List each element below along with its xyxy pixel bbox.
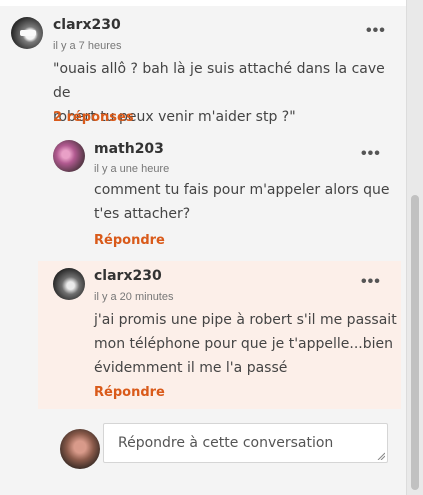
- comment-username[interactable]: clarx230: [53, 17, 121, 33]
- reply-text-line: mon téléphone pour que je t'appelle...bi…: [94, 336, 394, 352]
- reply-text-line: t'es attacher?: [94, 206, 191, 222]
- reply-username[interactable]: clarx230: [94, 268, 162, 284]
- avatar[interactable]: [53, 140, 85, 172]
- more-options-icon[interactable]: •••: [366, 23, 386, 39]
- top-strip: [0, 0, 406, 6]
- replies-toggle-link[interactable]: 2 réponses: [53, 110, 134, 125]
- reply-timestamp: il y a une heure: [94, 163, 170, 175]
- scrollbar-thumb[interactable]: [411, 195, 419, 490]
- more-options-icon[interactable]: •••: [361, 274, 381, 290]
- scrollbar[interactable]: [406, 0, 423, 495]
- reply-input-placeholder: Répondre à cette conversation: [118, 435, 334, 451]
- reply-button[interactable]: Répondre: [94, 233, 165, 248]
- comment-text-line: "ouais allô ? bah là je suis attaché dan…: [53, 61, 385, 101]
- avatar[interactable]: [11, 17, 43, 49]
- reply-text-line: évidemment il me l'a passé: [94, 360, 288, 376]
- reply-text-line: j'ai promis une pipe à robert s'il me pa…: [94, 312, 397, 328]
- resize-handle-icon[interactable]: [377, 452, 385, 460]
- current-user-avatar: [60, 429, 100, 469]
- reply-button[interactable]: Répondre: [94, 385, 165, 400]
- reply-text-line: comment tu fais pour m'appeler alors que: [94, 182, 390, 198]
- comment-thread: clarx230 il y a 7 heures ••• "ouais allô…: [0, 0, 406, 495]
- reply-timestamp: il y a 20 minutes: [94, 291, 174, 303]
- reply-input[interactable]: Répondre à cette conversation: [103, 423, 388, 463]
- reply-text: j'ai promis une pipe à robert s'il me pa…: [94, 308, 398, 380]
- more-options-icon[interactable]: •••: [361, 146, 381, 162]
- reply-username[interactable]: math203: [94, 141, 164, 157]
- comment-timestamp: il y a 7 heures: [53, 40, 122, 52]
- reply-text: comment tu fais pour m'appeler alors que…: [94, 178, 394, 226]
- avatar[interactable]: [53, 268, 85, 300]
